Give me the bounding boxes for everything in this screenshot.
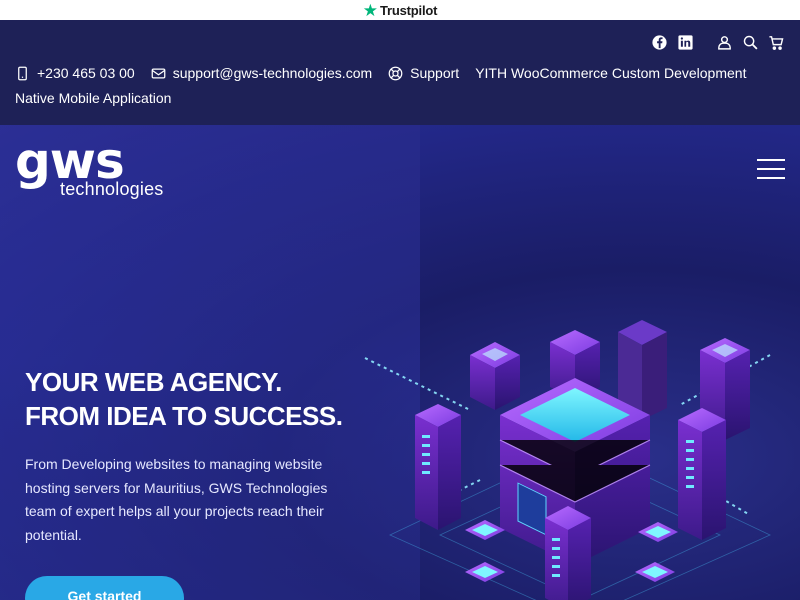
woocommerce-link[interactable]: YITH WooCommerce Custom Development — [475, 65, 746, 81]
get-started-button[interactable]: Get started — [25, 576, 184, 600]
mobile-phone-icon — [18, 66, 27, 80]
headline-line-1: YOUR WEB AGENCY. — [25, 367, 282, 397]
hero-headline: YOUR WEB AGENCY. FROM IDEA TO SUCCESS. — [25, 365, 343, 433]
facebook-icon[interactable] — [651, 34, 668, 51]
native-app-link[interactable]: Native Mobile Application — [15, 90, 171, 106]
linkedin-icon[interactable] — [677, 34, 694, 51]
hamburger-menu-icon[interactable] — [757, 159, 785, 179]
support-link[interactable]: Support — [388, 65, 459, 81]
trustpilot-star-icon: ★ — [362, 0, 379, 20]
user-icon[interactable] — [716, 34, 733, 51]
logo-subtitle: technologies — [60, 179, 164, 199]
cart-icon[interactable] — [768, 34, 785, 51]
headline-line-2: FROM IDEA TO SUCCESS. — [25, 401, 343, 431]
logo-wordmark: gws — [15, 132, 125, 190]
trustpilot-bar[interactable]: ★ Trustpilot — [0, 0, 800, 20]
search-icon[interactable] — [742, 34, 759, 51]
email-link[interactable]: support@gws-technologies.com — [151, 65, 372, 81]
topbar-icon-group — [642, 34, 785, 51]
woocommerce-label: YITH WooCommerce Custom Development — [475, 65, 747, 81]
top-contact-bar: +230 465 03 00 support@gws-technologies.… — [0, 20, 800, 125]
server-datacenter-illustration — [364, 320, 771, 600]
trustpilot-label: Trustpilot — [380, 2, 438, 18]
email-address: support@gws-technologies.com — [172, 65, 373, 81]
hero-description: From Developing websites to managing web… — [25, 456, 328, 543]
phone-number: +230 465 03 00 — [37, 65, 135, 81]
support-label: Support — [410, 65, 460, 81]
lifebuoy-icon — [388, 66, 403, 80]
phone-link[interactable]: +230 465 03 00 — [15, 65, 135, 81]
contact-row: +230 465 03 00 support@gws-technologies.… — [15, 65, 762, 81]
hero-section: gws technologies YOUR WEB AGENCY. FROM I… — [0, 125, 800, 600]
gws-logo[interactable]: gws technologies — [15, 132, 167, 201]
envelope-icon — [151, 68, 166, 78]
native-app-label: Native Mobile Application — [15, 90, 172, 106]
